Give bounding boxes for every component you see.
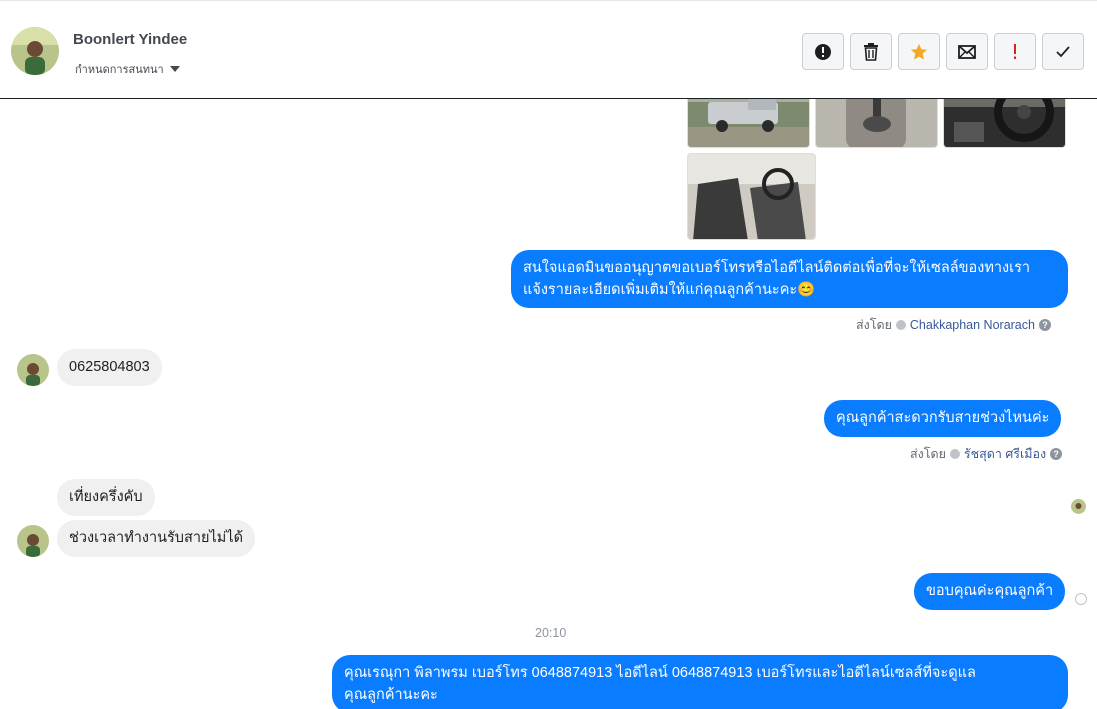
incoming-message[interactable]: ช่วงเวลาทำงานรับสายไม่ได้ [57,520,256,557]
delivered-icon [1075,593,1087,605]
conversation-schedule-dropdown[interactable]: กำหนดการสนทนา [75,60,180,78]
contact-avatar[interactable] [11,27,59,75]
incoming-message[interactable]: 0625804803 [57,349,162,386]
verified-icon [895,320,906,330]
contact-name: Boonlert Yindee [73,31,188,48]
alert-circle-icon [815,43,831,60]
help-icon[interactable]: ? [1038,319,1051,331]
message-thread[interactable]: สนใจแอดมินขออนุญาตขอเบอร์โทรหรือไอดีไลน์… [0,99,1097,709]
sent-by-info: ส่งโดย Chakkaphan Norarach ? [856,315,1051,335]
follow-up-button[interactable] [994,33,1036,70]
incoming-message[interactable]: เที่ยงครึ่งคับ [57,479,155,516]
outgoing-message[interactable]: คุณลูกค้าสะดวกรับสายช่วงไหนค่ะ [824,400,1062,437]
sender-name[interactable]: Chakkaphan Norarach [910,318,1035,332]
mark-spam-button[interactable] [802,33,844,70]
star-button[interactable] [898,33,940,70]
photo-steering-wheel[interactable] [943,99,1066,148]
mark-done-button[interactable] [1042,33,1084,70]
contact-avatar-small[interactable] [17,525,49,557]
envelope-icon [958,44,976,59]
mark-unread-button[interactable] [946,33,988,70]
contact-avatar-small[interactable] [17,354,49,386]
message-timestamp: 20:10 [535,626,567,640]
sender-name[interactable]: รัชสุดา ศรีเมือง [964,444,1046,464]
sent-by-info: ส่งโดย รัชสุดา ศรีเมือง ? [910,444,1063,464]
check-icon [1056,45,1070,57]
outgoing-message[interactable]: ขอบคุณค่ะคุณลูกค้า [914,573,1066,610]
delete-button[interactable] [850,33,892,70]
sent-by-label: ส่งโดย [856,318,892,332]
help-icon[interactable]: ? [1050,448,1063,460]
caret-down-icon [169,66,180,72]
verified-icon [949,449,960,459]
header-actions [802,33,1084,70]
photo-gear-shifter[interactable] [815,99,938,148]
sent-by-label: ส่งโดย [910,447,946,461]
conversation-schedule-label: กำหนดการสนทนา [75,64,164,76]
photo-interior[interactable] [687,153,816,240]
trash-icon [864,42,878,61]
exclamation-icon [1014,43,1016,59]
star-icon [910,43,928,60]
outgoing-message[interactable]: คุณเรณุกา พิลาพรม เบอร์โทร 0648874913 ไอ… [332,655,1068,709]
outgoing-message[interactable]: สนใจแอดมินขออนุญาตขอเบอร์โทรหรือไอดีไลน์… [511,250,1068,308]
conversation-header: Boonlert Yindee กำหนดการสนทนา [0,0,1097,99]
seen-avatar [1071,499,1086,514]
photo-truck-exterior[interactable] [687,99,810,148]
conversation-window: Boonlert Yindee กำหนดการสนทนา สนใจแอดมิน… [0,0,1097,709]
